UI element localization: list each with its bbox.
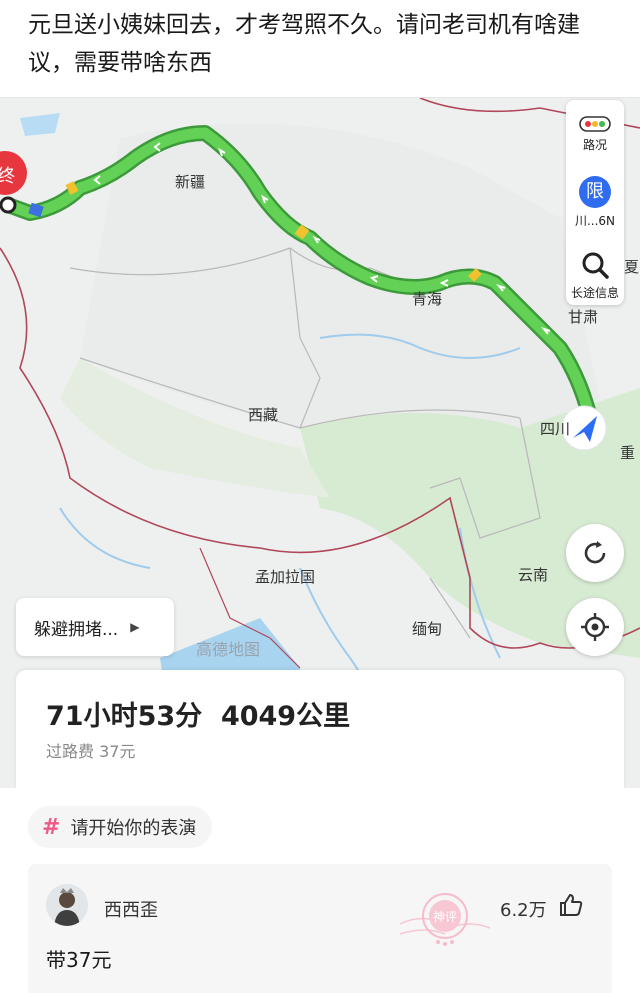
- comment-text: 带37元: [46, 948, 112, 972]
- avoid-congestion-button[interactable]: 躲避拥堵... ▶: [16, 598, 174, 656]
- restriction-button[interactable]: 限 川...6N: [566, 176, 624, 229]
- top-comment: 西西歪 神评 6.2万 带37元: [28, 864, 612, 993]
- avatar[interactable]: [46, 884, 88, 926]
- hot-comment-stamp: 神评: [400, 893, 490, 946]
- place-label: 甘肃: [568, 308, 599, 326]
- like-count: 6.2万: [500, 900, 547, 921]
- restriction-badge-icon: 限: [579, 176, 611, 208]
- place-label: 缅甸: [412, 620, 443, 638]
- hashtag-icon: #: [42, 814, 61, 840]
- refresh-icon: [584, 541, 606, 564]
- map-controls: 路况 限 川...6N 长途信息: [566, 100, 624, 305]
- play-arrow-icon: ▶: [130, 620, 140, 634]
- map-view[interactable]: 终 新疆 青海 西藏 四川 重 甘肃 孟加拉国 云南 缅甸 夏 高德地图 路况 …: [0, 97, 640, 788]
- traffic-toggle[interactable]: 路况: [566, 116, 624, 153]
- locate-icon: [581, 613, 609, 641]
- end-marker-label: 终: [0, 166, 15, 187]
- map-watermark: 高德地图: [196, 640, 261, 659]
- place-label: 西藏: [248, 406, 279, 424]
- end-marker-pin: [0, 196, 17, 214]
- avoid-congestion-label: 躲避拥堵...: [34, 619, 119, 640]
- long-trip-info-button[interactable]: 长途信息: [566, 250, 624, 301]
- thumbs-up-icon[interactable]: [558, 892, 584, 918]
- place-label: 孟加拉国: [255, 568, 316, 586]
- place-label: 重: [620, 444, 636, 462]
- topic-tag[interactable]: # 请开始你的表演: [28, 806, 213, 848]
- place-label: 新疆: [175, 173, 206, 191]
- stamp-text: 神评: [433, 910, 457, 924]
- restriction-label: 川...6N: [574, 214, 616, 228]
- place-label: 青海: [412, 290, 443, 308]
- traffic-light-icon: [579, 116, 611, 132]
- route-time-distance: 71小时53分 4049公里: [46, 701, 351, 732]
- post-title: 元旦送小姨妹回去，才考驾照不久。请问老司机有啥建议，需要带啥东西: [28, 12, 580, 76]
- long-trip-info-label: 长途信息: [570, 286, 619, 300]
- locate-me-button[interactable]: [566, 598, 624, 656]
- place-label: 云南: [518, 566, 549, 584]
- topic-label: 请开始你的表演: [70, 818, 197, 839]
- traffic-label: 路况: [582, 138, 607, 152]
- search-icon: [582, 252, 609, 279]
- route-toll: 过路费 37元: [46, 742, 136, 761]
- route-summary-panel[interactable]: 71小时53分 4049公里 过路费 37元: [16, 670, 624, 788]
- refresh-route-button[interactable]: [566, 524, 624, 582]
- comment-username[interactable]: 西西歪: [104, 896, 158, 922]
- place-label: 夏: [624, 258, 640, 276]
- place-label: 四川: [540, 420, 571, 438]
